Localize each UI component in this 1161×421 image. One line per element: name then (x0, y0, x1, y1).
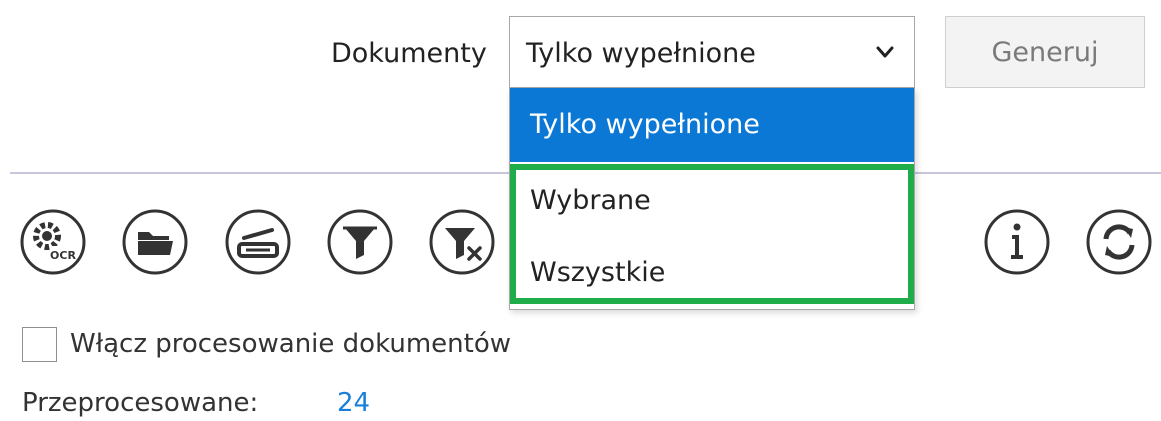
info-icon (984, 209, 1050, 275)
option-tylko-wypelnione[interactable]: Tylko wypełnione (510, 88, 914, 162)
filter-icon (327, 209, 393, 275)
ocr-settings-icon: OCR (20, 209, 86, 275)
processing-checkbox-label: Włącz procesowanie dokumentów (70, 329, 511, 359)
scanner-icon (225, 209, 291, 275)
processed-label: Przeprocesowane: (22, 388, 259, 418)
filter-button[interactable] (326, 208, 394, 276)
refresh-icon (1086, 209, 1152, 275)
processed-count: 24 (337, 388, 371, 418)
scan-button[interactable] (224, 208, 292, 276)
ocr-icon-text: OCR (50, 249, 76, 262)
generate-button[interactable]: Generuj (945, 16, 1145, 88)
documents-select-value: Tylko wypełnione (526, 38, 756, 69)
option-wybrane[interactable]: Wybrane (510, 183, 914, 219)
clear-filter-button[interactable] (428, 208, 496, 276)
chevron-down-icon (876, 46, 894, 58)
documents-label: Dokumenty (331, 38, 487, 69)
open-folder-button[interactable] (121, 208, 189, 276)
documents-select[interactable]: Tylko wypełnione (509, 16, 915, 88)
info-button[interactable] (983, 208, 1051, 276)
documents-dropdown-list: Tylko wypełnione Wybrane Wszystkie (509, 88, 915, 310)
processing-checkbox[interactable] (22, 327, 57, 362)
option-wszystkie[interactable]: Wszystkie (510, 255, 914, 291)
clear-filter-icon (429, 209, 495, 275)
refresh-button[interactable] (1085, 208, 1153, 276)
ocr-settings-button[interactable]: OCR (19, 208, 87, 276)
folder-icon (122, 209, 188, 275)
